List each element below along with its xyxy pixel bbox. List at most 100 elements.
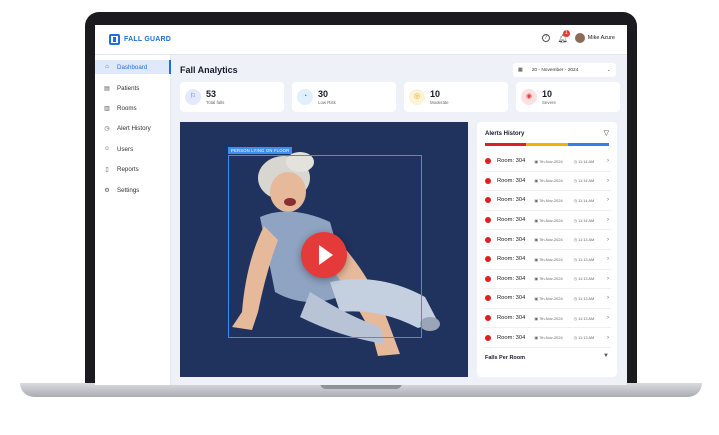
alert-time-text: 11:14 AM: [578, 178, 595, 184]
alert-time: ◷ 11:14 AM: [573, 217, 595, 223]
play-button[interactable]: [301, 232, 347, 278]
fall-person-icon: ⚐: [185, 89, 201, 105]
sidebar-item-alert-history[interactable]: ◷ Alert History: [95, 121, 171, 135]
alert-date-text: 7th-Nov-2024: [539, 256, 563, 262]
chevron-down-icon: ⌄: [606, 67, 611, 73]
chevron-right-icon: ›: [607, 315, 609, 322]
alert-date-text: 7th-Nov-2024: [539, 178, 563, 184]
calendar-icon: ▦: [518, 67, 523, 73]
alert-date: ▣ 7th-Nov-2024: [534, 158, 563, 164]
brand-logo[interactable]: FALL GUARD: [109, 34, 171, 45]
alert-time-text: 11:13 AM: [578, 256, 595, 262]
sidebar-item-dashboard[interactable]: ⌂ Dashboard: [95, 60, 171, 74]
alert-dot-icon: [485, 197, 491, 204]
falls-per-room-title: Falls Per Room: [485, 355, 526, 361]
list-item[interactable]: Room: 304 ▣ 7th-Nov-2024 ◷ 11:14 AM ›: [483, 172, 611, 192]
severity-high-segment: [485, 143, 527, 146]
stat-card-moderate[interactable]: ◎ 10 Moderate: [404, 82, 508, 112]
alert-room: Room: 304: [497, 295, 526, 302]
list-item[interactable]: Room: 304 ▣ 7th-Nov-2024 ◷ 11:14 AM ›: [483, 211, 611, 231]
alert-time-text: 11:13 AM: [578, 276, 595, 282]
date-value: 20 - November - 2024: [531, 67, 579, 73]
help-circle-icon[interactable]: ?: [541, 34, 550, 42]
filter-icon[interactable]: ▽: [604, 129, 609, 137]
brand-name: FALL GUARD: [124, 36, 171, 43]
alert-dot-icon: [485, 217, 491, 224]
alert-date-text: 7th-Nov-2024: [539, 295, 563, 301]
chevron-right-icon: ›: [607, 197, 609, 204]
alerts-title: Alerts History: [485, 131, 525, 137]
alert-dot-icon: [485, 177, 491, 184]
alert-room: Room: 304: [497, 275, 526, 282]
bell-icon[interactable]: 🔔︎ 1: [558, 29, 570, 43]
stat-card-severe[interactable]: ◉ 10 Severe: [516, 82, 620, 112]
chevron-right-icon: ›: [607, 256, 609, 263]
alert-date: ▣ 7th-Nov-2024: [534, 276, 563, 282]
list-item[interactable]: Room: 304 ▣ 7th-Nov-2024 ◷ 11:13 AM ›: [483, 230, 611, 250]
sidebar-item-reports[interactable]: ▯ Reports: [95, 162, 171, 176]
severity-bar: [485, 143, 609, 146]
sidebar-item-label: Patients: [117, 84, 140, 92]
sidebar-item-patients[interactable]: ▤ Patients: [95, 81, 171, 95]
sidebar-item-label: Settings: [117, 186, 140, 194]
alert-date-text: 7th-Nov-2024: [539, 217, 563, 223]
app-screen: FALL GUARD ? 🔔︎ 1 Mike Azure ⌂ Dashboard…: [95, 25, 627, 385]
list-item[interactable]: Room: 304 ▣ 7th-Nov-2024 ◷ 11:13 AM ›: [483, 270, 611, 290]
alert-date: ▣ 7th-Nov-2024: [534, 178, 563, 184]
list-item[interactable]: Room: 304 ▣ 7th-Nov-2024 ◷ 11:13 AM ›: [483, 250, 611, 270]
camera-feed[interactable]: PERSON LYING ON FLOOR: [180, 122, 468, 377]
sidebar-item-rooms[interactable]: ▥ Rooms: [95, 101, 171, 115]
list-item[interactable]: Room: 304 ▣ 7th-Nov-2024 ◷ 11:13 AM ›: [483, 309, 611, 329]
page-title: Fall Analytics: [180, 65, 238, 75]
stat-card-total-falls[interactable]: ⚐ 53 Total falls: [180, 82, 284, 112]
stat-card-low-risk[interactable]: ◔ 30 Low Risk: [292, 82, 396, 112]
user-menu[interactable]: Mike Azure: [574, 33, 615, 43]
list-item[interactable]: Room: 304 ▣ 7th-Nov-2024 ◷ 11:14 AM ›: [483, 152, 611, 172]
stat-value: 10: [430, 88, 441, 99]
alert-time-text: 11:14 AM: [578, 158, 595, 164]
alert-time: ◷ 11:13 AM: [573, 335, 595, 341]
detection-label: PERSON LYING ON FLOOR: [228, 147, 293, 154]
list-item[interactable]: Room: 304 ▣ 7th-Nov-2024 ◷ 11:13 AM ›: [483, 289, 611, 309]
sidebar-item-label: Alert History: [117, 124, 151, 132]
list-item[interactable]: Room: 304 ▣ 7th-Nov-2024 ◷ 11:14 AM ›: [483, 191, 611, 211]
alert-time: ◷ 11:14 AM: [573, 178, 595, 184]
alert-time-text: 11:13 AM: [578, 315, 595, 321]
alerts-panel: Alerts History ▽ Room: 304 ▣ 7th-Nov-202…: [477, 122, 617, 377]
alert-date-text: 7th-Nov-2024: [539, 276, 563, 282]
alert-time-text: 11:13 AM: [578, 295, 595, 301]
alert-room: Room: 304: [497, 158, 526, 165]
alert-time-text: 11:13 AM: [578, 335, 595, 341]
severe-icon: ◉: [521, 89, 537, 105]
alert-time-text: 11:14 AM: [578, 197, 595, 203]
stat-value: 30: [318, 88, 329, 99]
settings-icon: ⚙: [104, 187, 110, 194]
low-risk-icon: ◔: [297, 89, 313, 105]
alert-date: ▣ 7th-Nov-2024: [534, 295, 563, 301]
chevron-right-icon: ›: [607, 275, 609, 282]
alert-room: Room: 304: [497, 217, 526, 224]
list-item[interactable]: Room: 304 ▣ 7th-Nov-2024 ◷ 11:13 AM ›: [483, 328, 611, 348]
sidebar-item-settings[interactable]: ⚙ Settings: [95, 183, 171, 197]
alert-room: Room: 304: [497, 236, 526, 243]
notification-badge: 1: [562, 29, 570, 37]
alert-room: Room: 304: [497, 197, 526, 204]
alert-date-text: 7th-Nov-2024: [539, 158, 563, 164]
alert-date-text: 7th-Nov-2024: [539, 315, 563, 321]
chevron-right-icon: ›: [607, 334, 609, 341]
alert-date: ▣ 7th-Nov-2024: [534, 335, 563, 341]
filter-icon[interactable]: ▼: [603, 353, 609, 359]
sidebar: ⌂ Dashboard ▤ Patients ▥ Rooms ◷ Alert H…: [95, 55, 171, 385]
chevron-right-icon: ›: [607, 177, 609, 184]
stat-label: Severe: [542, 99, 556, 105]
sidebar-item-users[interactable]: ☺ Users: [95, 142, 171, 156]
alert-dot-icon: [485, 158, 491, 165]
alert-dot-icon: [485, 334, 491, 341]
stat-label: Total falls: [206, 99, 225, 105]
alert-dot-icon: [485, 315, 491, 322]
alert-time-text: 11:14 AM: [578, 217, 595, 223]
date-picker[interactable]: ▦ 20 - November - 2024 ⌄: [513, 63, 616, 77]
alert-date-text: 7th-Nov-2024: [539, 237, 563, 243]
alert-room: Room: 304: [497, 334, 526, 341]
chevron-right-icon: ›: [607, 217, 609, 224]
